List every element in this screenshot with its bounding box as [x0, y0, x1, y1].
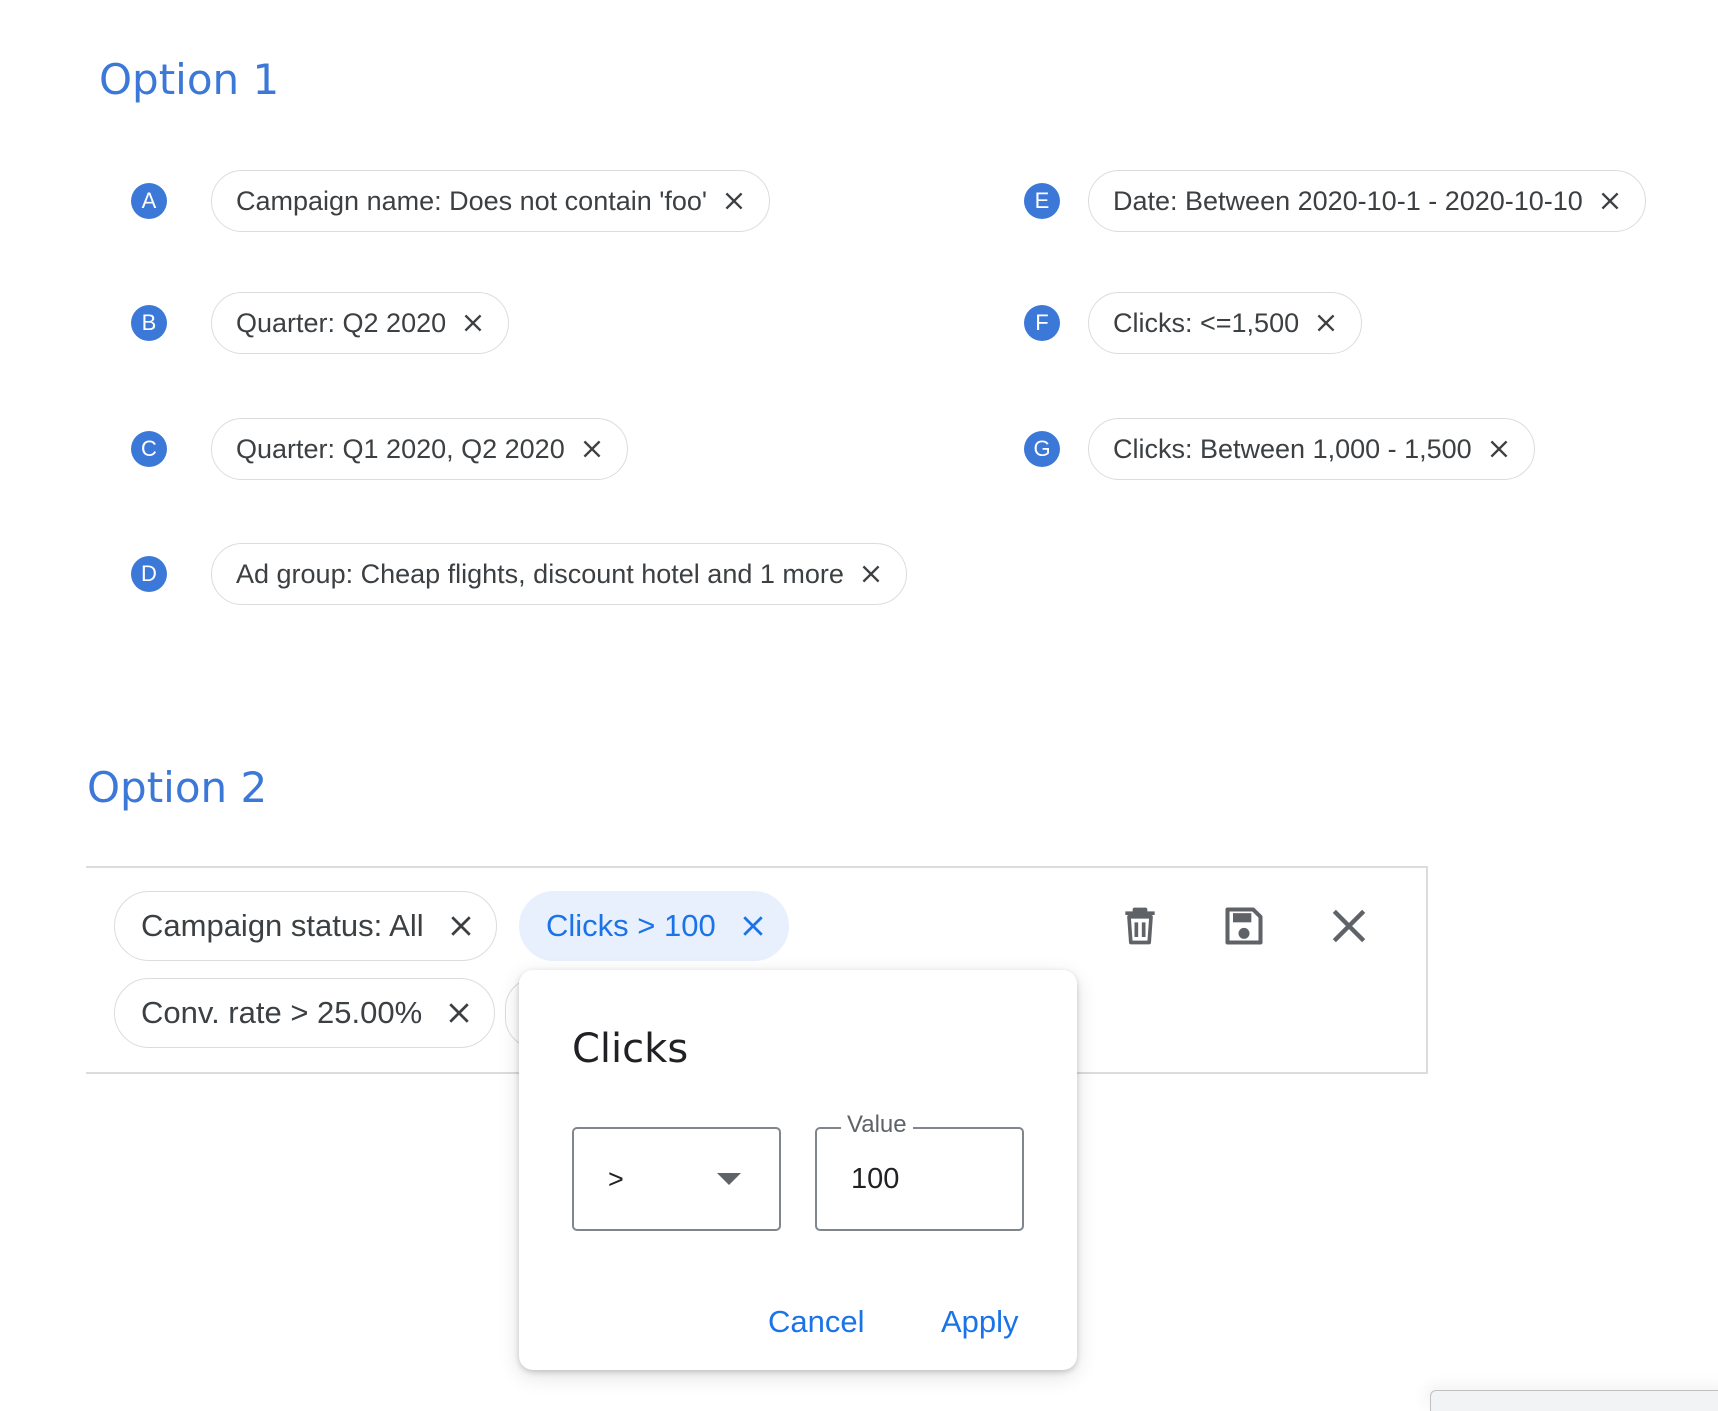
close-icon[interactable]	[858, 561, 884, 587]
filter-chip-quarter[interactable]: Quarter: Q2 2020	[211, 292, 510, 354]
badge-g: G	[1024, 431, 1060, 467]
save-icon[interactable]	[1222, 904, 1266, 948]
close-icon[interactable]	[721, 188, 747, 214]
apply-button[interactable]: Apply	[941, 1304, 1019, 1340]
filter-chip-campaign-status[interactable]: Campaign status: All	[114, 891, 497, 961]
badge-f: F	[1024, 305, 1060, 341]
chip-label: Quarter: Q1 2020, Q2 2020	[236, 433, 565, 464]
filter-chip-date[interactable]: Date: Between 2020-10-1 - 2020-10-10	[1088, 170, 1646, 232]
chip-label: Clicks: Between 1,000 - 1,500	[1113, 433, 1472, 464]
chip-label: Clicks > 100	[546, 908, 716, 943]
option2-title: Option 2	[87, 763, 268, 812]
filter-chip-quarter-multi[interactable]: Quarter: Q1 2020, Q2 2020	[211, 418, 628, 480]
close-icon[interactable]	[579, 436, 605, 462]
badge-b: B	[131, 305, 167, 341]
badge-d: D	[131, 556, 167, 592]
chip-label: Date: Between 2020-10-1 - 2020-10-10	[1113, 185, 1583, 216]
badge-c: C	[131, 431, 167, 467]
chip-label: Ad group: Cheap flights, discount hotel …	[236, 558, 844, 589]
filter-chip-campaign-name[interactable]: Campaign name: Does not contain 'foo'	[211, 170, 771, 232]
close-icon[interactable]	[1597, 188, 1623, 214]
chip-label: Campaign name: Does not contain 'foo'	[236, 185, 708, 216]
operator-value: >	[608, 1163, 624, 1194]
close-icon[interactable]	[1327, 904, 1371, 948]
badge-e: E	[1024, 183, 1060, 219]
filter-chip-clicks-max[interactable]: Clicks: <=1,500	[1088, 292, 1363, 354]
filter-chip-conv-rate[interactable]: Conv. rate > 25.00%	[114, 978, 496, 1048]
value-text: 100	[851, 1162, 900, 1195]
value-label: Value	[841, 1111, 913, 1139]
chip-label: Clicks: <=1,500	[1113, 307, 1300, 338]
close-icon[interactable]	[460, 310, 486, 336]
close-icon[interactable]	[1486, 436, 1512, 462]
badge-a: A	[131, 183, 167, 219]
chip-label: Quarter: Q2 2020	[236, 307, 447, 338]
dropdown-arrow-icon	[717, 1173, 741, 1185]
clicks-filter-popup: Clicks > Value 100 Cancel Apply	[519, 970, 1077, 1370]
filter-chip-ad-group[interactable]: Ad group: Cheap flights, discount hotel …	[211, 543, 907, 605]
background-window-edge	[1430, 1390, 1718, 1411]
filter-chip-clicks-range[interactable]: Clicks: Between 1,000 - 1,500	[1088, 418, 1535, 480]
chip-label: Campaign status: All	[141, 908, 424, 943]
operator-select[interactable]: >	[572, 1127, 781, 1231]
filter-chip-clicks-active[interactable]: Clicks > 100	[519, 891, 789, 961]
option1-title: Option 1	[99, 55, 280, 104]
close-icon[interactable]	[738, 911, 768, 941]
delete-icon[interactable]	[1118, 904, 1162, 948]
close-icon[interactable]	[446, 911, 476, 941]
value-input[interactable]: Value 100	[815, 1111, 1024, 1231]
close-icon[interactable]	[1313, 310, 1339, 336]
chip-label: Conv. rate > 25.00%	[141, 995, 423, 1030]
cancel-button[interactable]: Cancel	[768, 1304, 865, 1340]
popup-title: Clicks	[572, 1026, 689, 1072]
close-icon[interactable]	[444, 998, 474, 1028]
